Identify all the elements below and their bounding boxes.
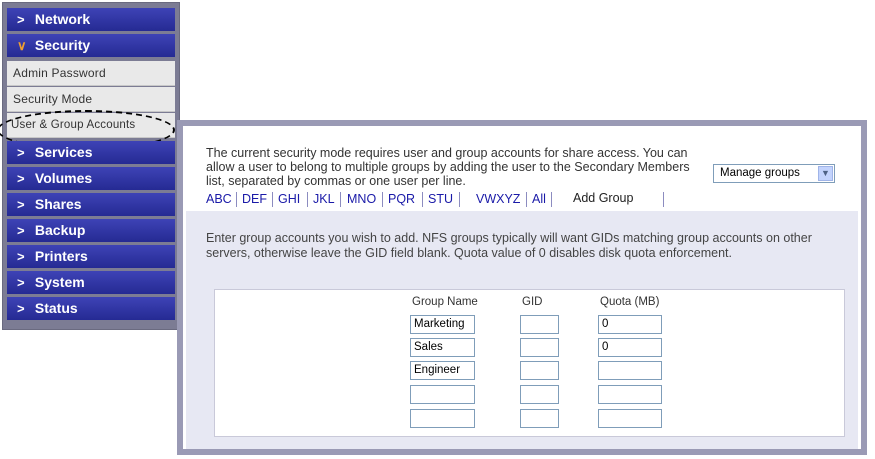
quota-input[interactable]: 0 bbox=[598, 315, 662, 334]
chevron-right-icon: > bbox=[17, 145, 25, 160]
tab-ghi[interactable]: GHI bbox=[278, 192, 300, 206]
tab-divider bbox=[382, 192, 383, 207]
chevron-right-icon: > bbox=[17, 171, 25, 186]
tab-divider bbox=[422, 192, 423, 207]
sidebar-item-label: Services bbox=[34, 144, 93, 160]
gid-input[interactable] bbox=[520, 385, 559, 404]
gid-input[interactable] bbox=[520, 315, 559, 334]
sidebar-item-volumes[interactable]: > Volumes bbox=[7, 167, 175, 190]
main-panel: The current security mode requires user … bbox=[177, 120, 867, 455]
tab-divider bbox=[551, 192, 552, 207]
sidebar-item-shares[interactable]: > Shares bbox=[7, 193, 175, 216]
sidebar-item-label: Status bbox=[34, 300, 78, 316]
chevron-right-icon: > bbox=[17, 197, 25, 212]
tab-jkl[interactable]: JKL bbox=[313, 192, 335, 206]
sidebar-item-label: Volumes bbox=[34, 170, 93, 186]
chevron-down-icon: ∨ bbox=[17, 38, 27, 53]
tab-vwxyz[interactable]: VWXYZ bbox=[476, 192, 520, 206]
tab-mno[interactable]: MNO bbox=[347, 192, 376, 206]
gid-input[interactable] bbox=[520, 361, 559, 380]
group-name-input[interactable] bbox=[410, 385, 475, 404]
column-header-group-name: Group Name bbox=[412, 296, 478, 308]
select-value: Manage groups bbox=[720, 167, 800, 179]
tab-pqr[interactable]: PQR bbox=[388, 192, 415, 206]
tab-divider bbox=[307, 192, 308, 207]
tab-divider bbox=[272, 192, 273, 207]
group-form: Group Name GID Quota (MB) Marketing 0 Sa… bbox=[214, 289, 845, 437]
chevron-right-icon: > bbox=[17, 223, 25, 238]
chevron-right-icon: > bbox=[17, 301, 25, 316]
sidebar-item-label: Security bbox=[34, 37, 91, 53]
tab-divider bbox=[663, 192, 664, 207]
group-name-input[interactable]: Sales bbox=[410, 338, 475, 357]
column-header-gid: GID bbox=[522, 296, 543, 308]
gid-input[interactable] bbox=[520, 338, 559, 357]
manage-groups-select[interactable]: Manage groups ▼ bbox=[713, 164, 835, 183]
sidebar: > Network ∨ Security Admin Password Secu… bbox=[0, 3, 179, 329]
sidebar-item-label: Shares bbox=[34, 196, 82, 212]
gid-input[interactable] bbox=[520, 409, 559, 428]
sidebar-item-security-mode[interactable]: Security Mode bbox=[7, 87, 175, 112]
sidebar-item-network[interactable]: > Network bbox=[7, 8, 175, 31]
tab-all[interactable]: All bbox=[532, 192, 546, 206]
tab-add-group[interactable]: Add Group bbox=[563, 189, 644, 209]
sidebar-item-backup[interactable]: > Backup bbox=[7, 219, 175, 242]
sidebar-item-services[interactable]: > Services bbox=[7, 141, 175, 164]
tab-stu[interactable]: STU bbox=[428, 192, 453, 206]
sidebar-item-label: Backup bbox=[34, 222, 86, 238]
sidebar-item-label: System bbox=[34, 274, 85, 290]
chevron-right-icon: > bbox=[17, 12, 25, 27]
tab-def[interactable]: DEF bbox=[242, 192, 267, 206]
sidebar-item-system[interactable]: > System bbox=[7, 271, 175, 294]
quota-input[interactable] bbox=[598, 409, 662, 428]
tab-divider bbox=[459, 192, 460, 207]
chevron-right-icon: > bbox=[17, 249, 25, 264]
main-content: The current security mode requires user … bbox=[183, 126, 861, 449]
sidebar-item-label: Printers bbox=[34, 248, 88, 264]
quota-input[interactable]: 0 bbox=[598, 338, 662, 357]
tab-abc[interactable]: ABC bbox=[206, 192, 232, 206]
quota-input[interactable] bbox=[598, 361, 662, 380]
sidebar-item-security[interactable]: ∨ Security bbox=[7, 34, 175, 57]
sidebar-item-label: Network bbox=[34, 11, 91, 27]
quota-input[interactable] bbox=[598, 385, 662, 404]
tab-divider bbox=[340, 192, 341, 207]
column-header-quota: Quota (MB) bbox=[600, 296, 660, 308]
group-name-input[interactable]: Engineer bbox=[410, 361, 475, 380]
intro-text: The current security mode requires user … bbox=[206, 146, 690, 188]
sidebar-item-status[interactable]: > Status bbox=[7, 297, 175, 320]
dropdown-arrow-icon[interactable]: ▼ bbox=[818, 166, 833, 181]
group-name-input[interactable] bbox=[410, 409, 475, 428]
group-name-input[interactable]: Marketing bbox=[410, 315, 475, 334]
instructions-text: Enter group accounts you wish to add. NF… bbox=[206, 231, 812, 260]
tab-divider bbox=[236, 192, 237, 207]
sidebar-item-admin-password[interactable]: Admin Password bbox=[7, 61, 175, 86]
add-group-panel: Enter group accounts you wish to add. NF… bbox=[186, 211, 858, 449]
chevron-right-icon: > bbox=[17, 275, 25, 290]
sidebar-item-printers[interactable]: > Printers bbox=[7, 245, 175, 268]
tab-divider bbox=[526, 192, 527, 207]
